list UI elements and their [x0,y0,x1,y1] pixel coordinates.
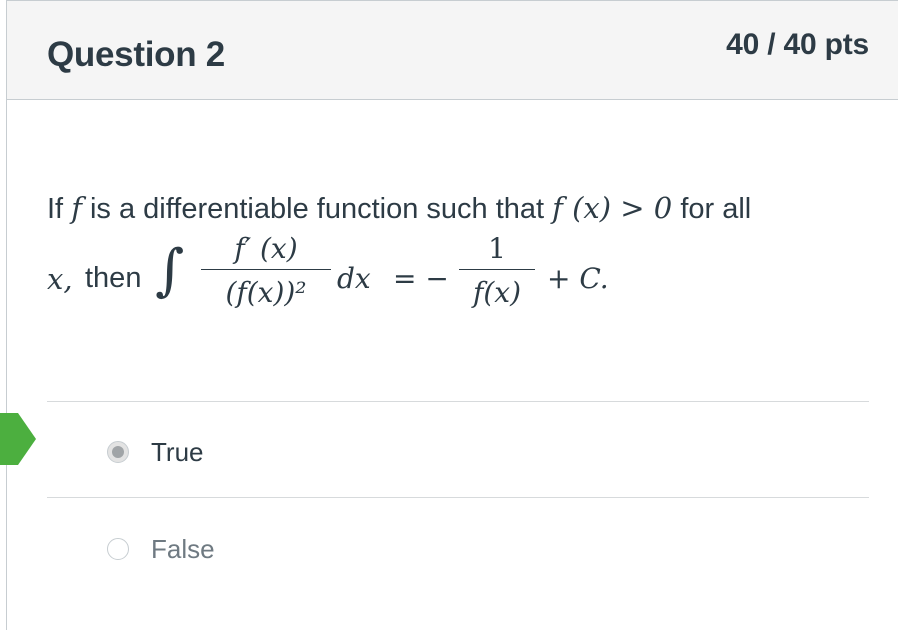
question-header: Question 2 40 / 40 pts [7,0,898,100]
rhs-numerator: 1 [488,232,506,265]
math-dx: dx [337,262,371,295]
rhs-fraction: 1 f(x) [459,232,535,309]
integrand-denominator: (f(x))² [225,276,307,309]
radio-false[interactable] [107,538,129,560]
question-formula-line: x, then ∫ f′ (x) (f(x))² dx = − 1 f(x) +… [47,232,877,332]
question-title: Question 2 [47,35,225,74]
integral-sign: ∫ [155,238,185,303]
rhs-denominator: f(x) [472,276,521,309]
math-f: f [71,191,82,225]
text-then: then [85,262,142,294]
question-text: If f is a differentiable function such t… [47,186,877,231]
fraction-bar [201,269,331,270]
correct-answer-arrow-icon [0,413,36,465]
text-prefix: If [47,193,64,225]
answer-option-false[interactable]: False [107,529,215,569]
text-suffix: for all [680,193,752,225]
answer-option-true[interactable]: True [107,432,204,472]
integrand-numerator: f′ (x) [234,232,298,265]
points-score: 40 / 40 pts [726,28,869,61]
question-card: Question 2 40 / 40 pts If f is a differe… [6,0,898,630]
math-fx-gt-0: f (x) > 0 [552,191,673,225]
answers-top-divider [47,401,869,402]
answers-middle-divider [47,497,869,498]
math-plus-c: + C. [547,262,609,295]
text-mid: is a differentiable function such that [89,193,545,225]
integrand-fraction: f′ (x) (f(x))² [201,232,331,309]
math-equals-minus: = − [393,262,449,295]
answer-label-false: False [151,533,215,564]
radio-true[interactable] [107,441,129,463]
answer-label-true: True [151,436,204,467]
fraction-bar [459,269,535,270]
math-x: x, [47,262,73,296]
